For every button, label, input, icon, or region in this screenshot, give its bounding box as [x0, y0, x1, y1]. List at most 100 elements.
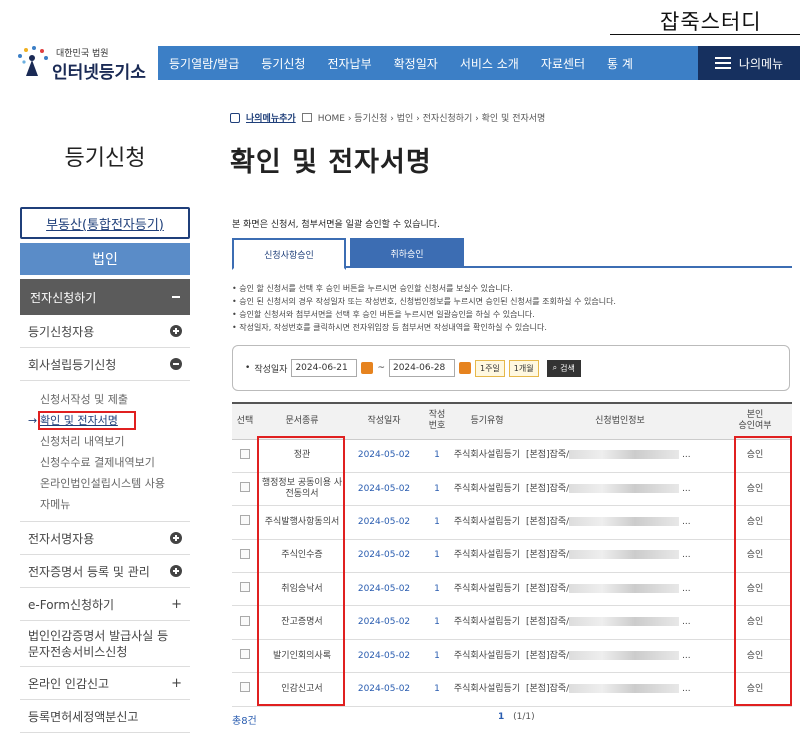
- sidebar-item-seal[interactable]: 온라인 인감신고 +: [20, 667, 190, 700]
- collapse-icon: [170, 358, 182, 370]
- tab-approve-withdrawal[interactable]: 취하승인: [350, 238, 464, 268]
- row-checkbox[interactable]: [240, 649, 250, 660]
- table-row[interactable]: 인감신고서 2024-05-02 1 주식회사설립등기 [본점]잡죽/ ... 승인: [232, 672, 792, 707]
- ellipsis: ...: [682, 683, 691, 694]
- company-prefix: [본점]잡죽/: [526, 483, 570, 494]
- row-checkbox[interactable]: [240, 515, 250, 526]
- one-month-button[interactable]: 1개월: [508, 359, 539, 377]
- row-checkbox[interactable]: [240, 582, 250, 593]
- tab-approve-application[interactable]: 신청사항승인: [232, 238, 346, 270]
- doc-type-cell: 주식인수증: [258, 539, 346, 574]
- company-info-link[interactable]: [본점]잡죽/ ...: [522, 505, 718, 540]
- company-prefix: [본점]잡죽/: [526, 583, 570, 594]
- one-week-button[interactable]: 1주일: [474, 359, 505, 377]
- sidebar-item-incorporation[interactable]: 회사설립등기신청: [20, 348, 190, 381]
- sidebar-item-signer[interactable]: 전자서명자용: [20, 522, 190, 555]
- company-info-link[interactable]: [본점]잡죽/ ...: [522, 539, 718, 574]
- ellipsis: ...: [682, 583, 691, 594]
- sub-item-history[interactable]: 신청처리 내역보기: [40, 431, 190, 452]
- row-checkbox[interactable]: [240, 615, 250, 626]
- gnb-item-data-center[interactable]: 자료센터: [530, 55, 596, 72]
- site-logo[interactable]: 대한민국 법원 인터넷등기소: [8, 40, 158, 84]
- row-checkbox[interactable]: [240, 448, 250, 459]
- reg-type-cell: 주식회사설립등기: [452, 439, 522, 473]
- sub-item-confirm-sign[interactable]: → 확인 및 전자서명: [26, 410, 190, 431]
- sub-item-submenu[interactable]: 자메뉴: [40, 494, 190, 515]
- sidebar-item-certificate[interactable]: 전자증명서 등록 및 관리: [20, 555, 190, 588]
- gnb-item-fixed-date[interactable]: 확정일자: [383, 55, 449, 72]
- pagination: 1 (1/1): [498, 712, 535, 722]
- calendar-icon[interactable]: [361, 362, 374, 374]
- real-estate-link[interactable]: 부동산(통합전자등기): [46, 214, 164, 233]
- date-link[interactable]: 2024-05-02: [346, 505, 422, 540]
- redacted-blur: [569, 583, 680, 593]
- redacted-blur: [569, 650, 680, 660]
- row-select-cell: [232, 505, 258, 540]
- company-prefix: [본점]잡죽/: [526, 650, 570, 661]
- table-row[interactable]: 잔고증명서 2024-05-02 1 주식회사설립등기 [본점]잡죽/ ... 승인: [232, 605, 792, 640]
- table-row[interactable]: 주식인수증 2024-05-02 1 주식회사설립등기 [본점]잡죽/ ... 승인: [232, 539, 792, 574]
- company-prefix: [본점]잡죽/: [526, 450, 570, 461]
- no-link[interactable]: 1: [422, 639, 452, 674]
- no-link[interactable]: 1: [422, 439, 452, 473]
- breadcrumb: 나의메뉴추가 HOME › 등기신청 › 법인 › 전자신청하기 › 확인 및 …: [230, 111, 545, 124]
- date-link[interactable]: 2024-05-02: [346, 572, 422, 607]
- date-link[interactable]: 2024-05-02: [346, 672, 422, 707]
- hamburger-icon: [714, 57, 731, 69]
- company-info-link[interactable]: [본점]잡죽/ ...: [522, 639, 718, 674]
- add-favorite-link[interactable]: 나의메뉴추가: [246, 111, 296, 124]
- redacted-blur: [569, 683, 680, 693]
- sidebar-item-label: 전자증명서 등록 및 관리: [28, 564, 150, 579]
- company-info-link[interactable]: [본점]잡죽/ ...: [522, 572, 718, 607]
- sidebar-item-applicant[interactable]: 등기신청자용: [20, 315, 190, 348]
- sidebar-item-tax[interactable]: 등록면허세정액분신고: [20, 700, 190, 733]
- sidebar-item-eform[interactable]: e-Form신청하기 +: [20, 588, 190, 621]
- date-from-input[interactable]: [291, 359, 358, 377]
- sidebar-section-e-apply[interactable]: 전자신청하기: [20, 279, 190, 315]
- date-link[interactable]: 2024-05-02: [346, 439, 422, 473]
- gnb-item-stats[interactable]: 통 계: [596, 55, 644, 72]
- gnb-item-view-issue[interactable]: 등기열람/발급: [158, 55, 250, 72]
- table-row[interactable]: 정관 2024-05-02 1 주식회사설립등기 [본점]잡죽/ ... 승인: [232, 439, 792, 473]
- date-to-input[interactable]: [388, 359, 455, 377]
- watermark-underline: [610, 34, 800, 35]
- row-checkbox[interactable]: [240, 682, 250, 693]
- sub-item-write[interactable]: 신청서작성 및 제출: [40, 389, 190, 410]
- no-link[interactable]: 1: [422, 672, 452, 707]
- sidebar-item-label: 회사설립등기신청: [28, 357, 117, 372]
- doc-type-cell: 인감신고서: [258, 672, 346, 707]
- doc-type-cell: 취임승낙서: [258, 572, 346, 607]
- date-link[interactable]: 2024-05-02: [346, 639, 422, 674]
- row-checkbox[interactable]: [240, 548, 250, 559]
- company-info-link[interactable]: [본점]잡죽/ ...: [522, 605, 718, 640]
- my-menu-button[interactable]: 나의메뉴: [698, 46, 800, 80]
- no-link[interactable]: 1: [422, 605, 452, 640]
- table-row[interactable]: 취임승낙서 2024-05-02 1 주식회사설립등기 [본점]잡죽/ ... 승인: [232, 572, 792, 607]
- date-link[interactable]: 2024-05-02: [346, 539, 422, 574]
- calendar-icon[interactable]: [458, 362, 471, 374]
- table-row[interactable]: 발기인회의사록 2024-05-02 1 주식회사설립등기 [본점]잡죽/ ... 승인: [232, 639, 792, 674]
- search-button[interactable]: ⌕ 검색: [546, 359, 581, 377]
- reg-type-cell: 주식회사설립등기: [452, 672, 522, 707]
- date-link[interactable]: 2024-05-02: [346, 472, 422, 507]
- row-select-cell: [232, 605, 258, 640]
- table-row[interactable]: 행정정보 공동이용 사전동의서 2024-05-02 1 주식회사설립등기 [본점]잡죽…: [232, 472, 792, 507]
- no-link[interactable]: 1: [422, 539, 452, 574]
- company-info-link[interactable]: [본점]잡죽/ ...: [522, 672, 718, 707]
- table-row[interactable]: 주식발행사항동의서 2024-05-02 1 주식회사설립등기 [본점]잡죽/ ... 승…: [232, 505, 792, 540]
- sub-item-fee-history[interactable]: 신청수수료 결제내역보기: [40, 452, 190, 473]
- sidebar-item-sms[interactable]: 법인인감증명서 발급사실 등 문자전송서비스신청: [20, 621, 190, 667]
- company-info-link[interactable]: [본점]잡죽/ ...: [522, 439, 718, 473]
- gnb-item-service[interactable]: 서비스 소개: [449, 55, 530, 72]
- page-current[interactable]: 1: [498, 712, 504, 722]
- row-checkbox[interactable]: [240, 482, 250, 493]
- no-link[interactable]: 1: [422, 472, 452, 507]
- expand-icon: [170, 532, 182, 544]
- sub-item-online-system[interactable]: 온라인법인설립시스템 사용: [40, 473, 190, 494]
- no-link[interactable]: 1: [422, 505, 452, 540]
- gnb-item-registration[interactable]: 등기신청: [250, 55, 316, 72]
- no-link[interactable]: 1: [422, 572, 452, 607]
- date-link[interactable]: 2024-05-02: [346, 605, 422, 640]
- company-info-link[interactable]: [본점]잡죽/ ...: [522, 472, 718, 507]
- gnb-item-payment[interactable]: 전자납부: [316, 55, 382, 72]
